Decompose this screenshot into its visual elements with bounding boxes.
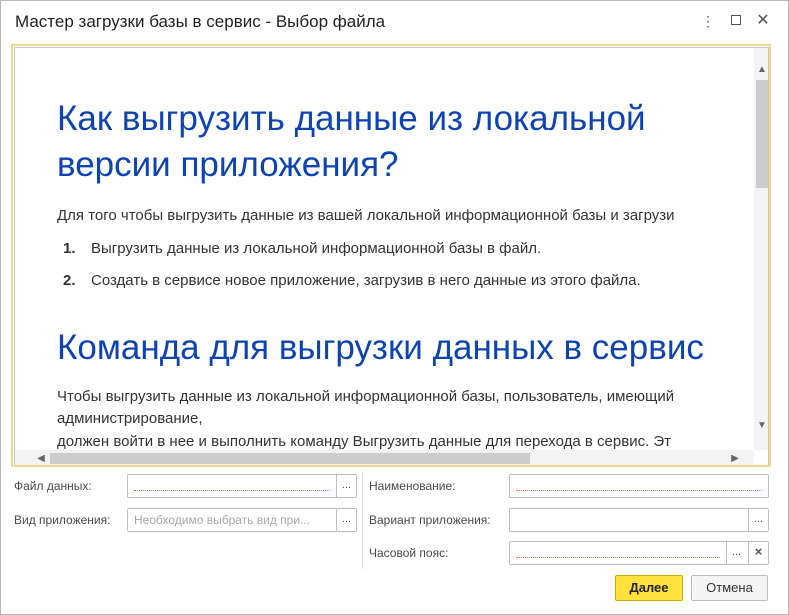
- name-label: Наименование:: [369, 479, 456, 493]
- app-type-select-button[interactable]: ...: [336, 509, 356, 531]
- intro-text: Для того чтобы выгрузить данные из вашей…: [57, 207, 675, 224]
- data-file-field[interactable]: ...: [127, 474, 357, 498]
- more-options-icon[interactable]: ⋮: [698, 11, 718, 31]
- next-button[interactable]: Далее: [615, 575, 683, 601]
- heading-how-to-export-line2: версии приложения?: [57, 145, 399, 184]
- vertical-scroll-thumb[interactable]: [756, 80, 768, 188]
- column-divider: [362, 471, 363, 569]
- command-text-line2: администрирование,: [57, 410, 203, 427]
- wizard-window: Мастер загрузки базы в сервис - Выбор фа…: [0, 0, 789, 615]
- app-type-label: Вид приложения:: [14, 513, 111, 527]
- window-title: Мастер загрузки базы в сервис - Выбор фа…: [15, 12, 386, 31]
- horizontal-scrollbar[interactable]: ◀ ▶: [15, 450, 754, 465]
- data-file-label: Файл данных:: [14, 479, 92, 493]
- scroll-left-icon[interactable]: ◀: [33, 450, 49, 465]
- help-panel-frame: Как выгрузить данные из локальной версии…: [14, 47, 769, 465]
- heading-how-to-export: Как выгрузить данные из локальной: [57, 99, 646, 138]
- required-marker: [134, 490, 330, 491]
- timezone-label: Часовой пояс:: [369, 546, 449, 560]
- list-item-text: Создать в сервисе новое приложение, загр…: [91, 272, 641, 289]
- command-text-line1: Чтобы выгрузить данные из локальной инфо…: [57, 388, 675, 405]
- list-item-number: 2.: [63, 272, 76, 289]
- list-item-text: Выгрузить данные из локальной информацио…: [91, 240, 542, 257]
- help-panel: Как выгрузить данные из локальной версии…: [11, 44, 771, 467]
- timezone-clear-icon[interactable]: ×: [748, 542, 768, 564]
- app-variant-label: Вариант приложения:: [369, 513, 491, 527]
- data-file-select-button[interactable]: ...: [336, 475, 356, 497]
- timezone-field[interactable]: ... ×: [509, 541, 769, 565]
- horizontal-scroll-thumb[interactable]: [50, 453, 530, 464]
- app-type-placeholder: Необходимо выбрать вид при...: [134, 513, 311, 527]
- list-item-number: 1.: [63, 240, 76, 257]
- close-icon[interactable]: ✕: [753, 11, 773, 31]
- list-item: 2. Создать в сервисе новое приложение, за…: [63, 272, 641, 289]
- title-bar: Мастер загрузки базы в сервис - Выбор фа…: [1, 1, 788, 43]
- list-item: 1. Выгрузить данные из локальной информац…: [63, 240, 541, 257]
- app-variant-select-button[interactable]: ...: [748, 509, 768, 531]
- cancel-button[interactable]: Отмена: [691, 575, 768, 601]
- name-field[interactable]: [509, 474, 769, 498]
- heading-export-command: Команда для выгрузки данных в сервис: [57, 328, 704, 367]
- required-marker: [516, 490, 762, 491]
- scroll-up-icon[interactable]: ▲: [754, 62, 768, 78]
- scroll-right-icon[interactable]: ▶: [727, 450, 743, 465]
- vertical-scrollbar[interactable]: ▲ ▼: [754, 48, 768, 450]
- timezone-select-button[interactable]: ...: [726, 542, 746, 564]
- app-type-field[interactable]: Необходимо выбрать вид при... ...: [127, 508, 357, 532]
- app-variant-field[interactable]: ...: [509, 508, 769, 532]
- required-marker: [516, 557, 720, 558]
- help-content: Как выгрузить данные из локальной версии…: [15, 48, 754, 450]
- maximize-icon[interactable]: [726, 11, 746, 31]
- command-text-line3: должен войти в нее и выполнить команду В…: [57, 433, 672, 450]
- scroll-down-icon[interactable]: ▼: [754, 418, 768, 434]
